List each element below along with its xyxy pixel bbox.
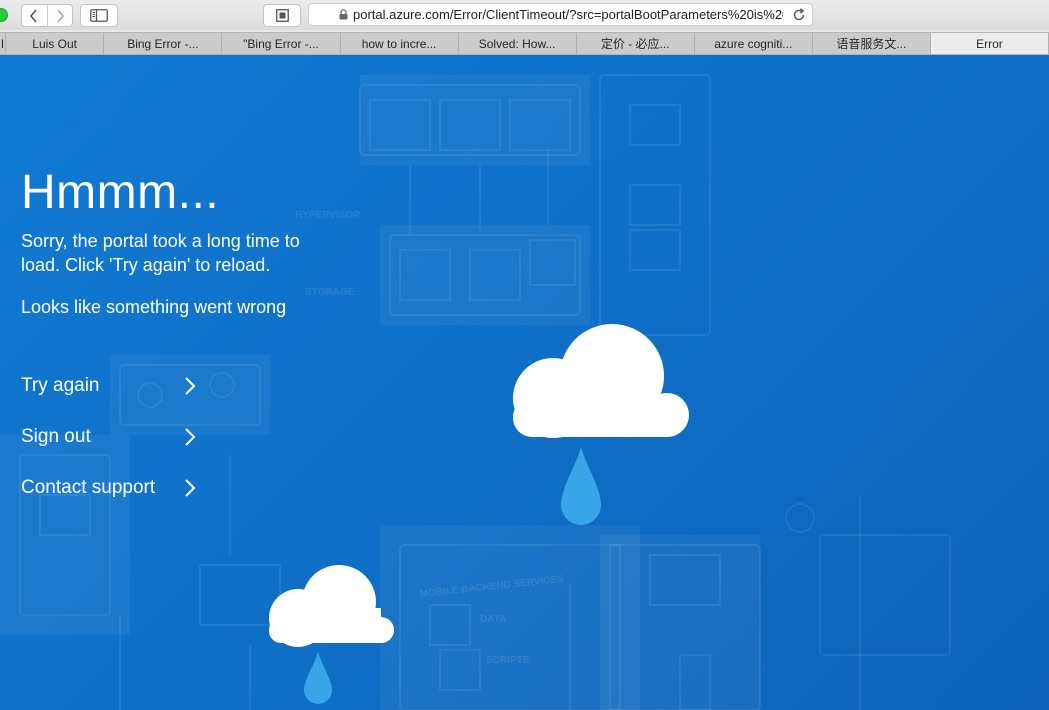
reader-view-button[interactable] xyxy=(263,4,301,27)
tab-active[interactable]: Error xyxy=(930,33,1049,54)
url-text: portal.azure.com/Error/ClientTimeout/?sr… xyxy=(353,7,783,22)
tab[interactable]: how to incre... xyxy=(341,33,459,54)
chevron-right-icon xyxy=(184,479,196,497)
address-bar[interactable]: portal.azure.com/Error/ClientTimeout/?sr… xyxy=(308,3,813,26)
error-message: Sorry, the portal took a long time to lo… xyxy=(21,231,300,275)
tab[interactable]: azure cogniti... xyxy=(695,33,813,54)
tab-label: Error xyxy=(976,36,1003,51)
tab[interactable]: Bing Error -... xyxy=(104,33,223,54)
contact-support-button[interactable]: Contact support xyxy=(21,473,196,503)
try-again-button[interactable]: Try again xyxy=(21,371,196,401)
sidebar-icon xyxy=(90,9,108,22)
tab-label: how to incre... xyxy=(361,36,437,51)
tab-label: azure cogniti... xyxy=(714,36,793,51)
contact-support-label: Contact support xyxy=(21,477,156,498)
forward-button[interactable] xyxy=(46,5,73,26)
cloud-icon xyxy=(269,565,394,704)
browser-toolbar: portal.azure.com/Error/ClientTimeout/?sr… xyxy=(0,0,1049,30)
tab-bar: l Luis Out Bing Error -... "Bing Error -… xyxy=(0,32,1049,55)
tab-label: Solved: How... xyxy=(478,36,556,51)
raindrop-icon xyxy=(304,652,332,704)
error-page: HYPERVISOR STORAGE MOBILE BACKEND SERVIC… xyxy=(0,55,1049,710)
lock-icon xyxy=(339,9,348,20)
try-again-label: Try again xyxy=(21,375,100,396)
sidebar-toggle-button[interactable] xyxy=(80,4,118,27)
svg-text:HYPERVISOR: HYPERVISOR xyxy=(295,210,361,221)
navigation-buttons xyxy=(21,4,73,27)
window-zoom-button[interactable] xyxy=(0,8,8,22)
svg-text:STORAGE: STORAGE xyxy=(305,287,355,298)
reader-icon xyxy=(275,9,289,22)
reload-icon[interactable] xyxy=(792,8,806,27)
tab-label: "Bing Error -... xyxy=(243,36,319,51)
tab[interactable]: 语音服务文... xyxy=(813,33,931,54)
chevron-left-icon xyxy=(30,8,37,23)
sign-out-button[interactable]: Sign out xyxy=(21,422,196,452)
tab-label: Luis Out xyxy=(32,36,77,51)
tab[interactable]: Luis Out xyxy=(6,33,105,54)
tab-label: Bing Error -... xyxy=(127,36,199,51)
svg-text:DATA: DATA xyxy=(480,614,506,625)
chevron-right-icon xyxy=(184,428,196,446)
chevron-right-icon xyxy=(57,8,64,23)
cloud-icon xyxy=(513,324,689,525)
back-button[interactable] xyxy=(22,5,47,26)
tab-label: l xyxy=(1,36,4,51)
sign-out-label: Sign out xyxy=(21,426,91,447)
error-submessage: Looks like something went wrong xyxy=(21,297,287,317)
tab-label: 语音服务文... xyxy=(836,37,907,51)
svg-text:SCRIPTS: SCRIPTS xyxy=(486,655,530,666)
raindrop-icon xyxy=(561,447,601,525)
page-title: Hmmm... xyxy=(21,166,220,219)
tab[interactable]: Solved: How... xyxy=(459,33,577,54)
tab[interactable]: "Bing Error -... xyxy=(222,33,341,54)
tab[interactable]: 定价 - 必应... xyxy=(577,33,695,54)
tab-label: 定价 - 必应... xyxy=(600,37,670,51)
chevron-right-icon xyxy=(184,377,196,395)
